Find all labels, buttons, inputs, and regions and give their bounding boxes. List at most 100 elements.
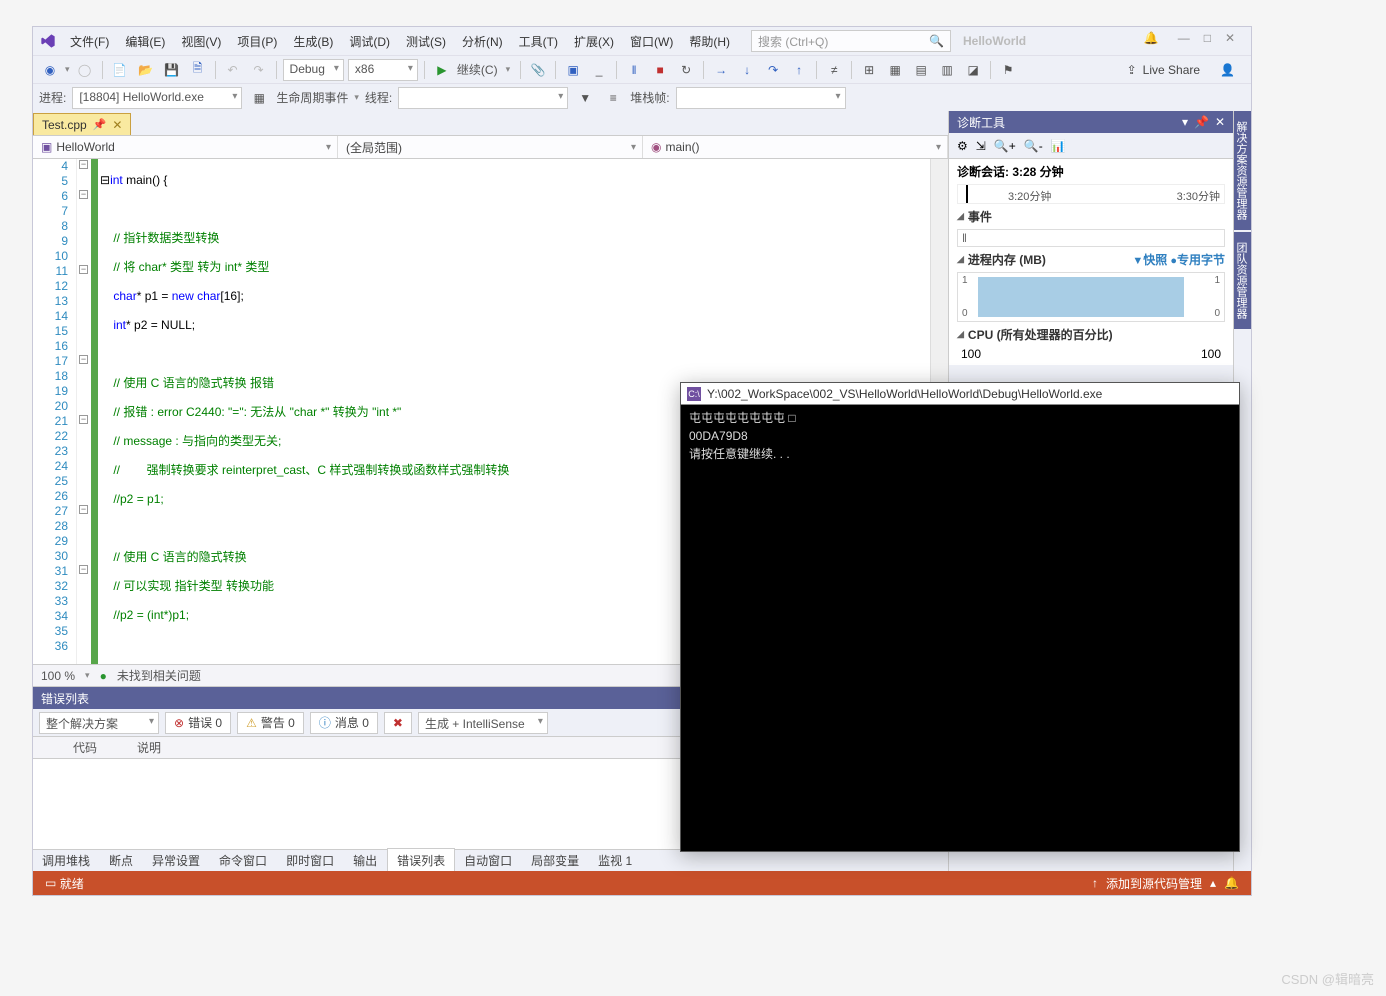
nav-forward-icon[interactable]: ◯ <box>74 59 96 81</box>
close-tab-icon[interactable]: ✕ <box>112 118 122 132</box>
close-icon[interactable]: ✕ <box>1225 31 1235 51</box>
thread-marker-icon[interactable]: ▼ <box>574 87 596 109</box>
tool-icon-1[interactable]: ▣ <box>562 59 584 81</box>
pin-icon[interactable]: 📌 <box>1194 115 1209 129</box>
stackframe-combo[interactable] <box>676 87 846 109</box>
pause-icon[interactable]: ‖ <box>623 59 645 81</box>
close-icon[interactable]: ✕ <box>1215 115 1225 129</box>
stop-icon[interactable]: ■ <box>649 59 671 81</box>
zoomout-icon[interactable]: 🔍- <box>1024 139 1043 153</box>
col-code[interactable]: 代码 <box>73 739 97 756</box>
tb-misc-3[interactable]: ▦ <box>884 59 906 81</box>
show-next-icon[interactable]: → <box>710 59 732 81</box>
errors-pill[interactable]: ⊗错误 0 <box>165 712 231 734</box>
document-tab[interactable]: Test.cpp📌✕ <box>33 113 131 135</box>
fold-box-icon[interactable]: − <box>79 160 88 169</box>
clear-pill[interactable]: ✖ <box>384 712 412 734</box>
scm-button[interactable]: 添加到源代码管理 <box>1106 875 1202 892</box>
console-titlebar[interactable]: C:\ Y:\002_WorkSpace\002_VS\HelloWorld\H… <box>681 383 1239 405</box>
menu-file[interactable]: 文件(F) <box>63 29 116 54</box>
build-combo[interactable]: 生成 + IntelliSense <box>418 712 548 734</box>
undo-icon[interactable]: ↶ <box>222 59 244 81</box>
thread-tool-icon[interactable]: ≡ <box>602 87 624 109</box>
config-combo[interactable]: Debug <box>283 59 344 81</box>
tab-immediate[interactable]: 即时窗口 <box>277 849 344 872</box>
zoom-level[interactable]: 100 % <box>41 669 75 683</box>
menu-help[interactable]: 帮助(H) <box>682 29 737 54</box>
dropdown-icon[interactable]: ▾ <box>1182 115 1188 129</box>
scope-combo[interactable]: ▣HelloWorld <box>33 136 338 158</box>
diag-header[interactable]: 诊断工具 ▾📌✕ <box>949 111 1233 133</box>
tab-autos[interactable]: 自动窗口 <box>455 849 522 872</box>
account-icon[interactable]: 👤 <box>1220 63 1235 77</box>
tab-locals[interactable]: 局部变量 <box>522 849 589 872</box>
menu-ext[interactable]: 扩展(X) <box>567 29 621 54</box>
export-icon[interactable]: ⇲ <box>976 139 986 153</box>
fold-box-icon[interactable]: − <box>79 415 88 424</box>
new-icon[interactable]: 📄 <box>109 59 131 81</box>
save-icon[interactable]: 💾 <box>161 59 183 81</box>
step-out-icon[interactable]: ↑ <box>788 59 810 81</box>
col-desc[interactable]: 说明 <box>137 739 161 756</box>
memory-chart[interactable]: 1 0 1 0 <box>957 272 1225 322</box>
step-into-icon[interactable]: ↓ <box>736 59 758 81</box>
restart-icon[interactable]: ↻ <box>675 59 697 81</box>
menu-project[interactable]: 项目(P) <box>230 29 284 54</box>
menu-debug[interactable]: 调试(D) <box>342 29 397 54</box>
tab-output[interactable]: 输出 <box>344 849 387 872</box>
redo-icon[interactable]: ↷ <box>248 59 270 81</box>
menu-test[interactable]: 测试(S) <box>399 29 453 54</box>
menu-analyze[interactable]: 分析(N) <box>455 29 510 54</box>
console-window[interactable]: C:\ Y:\002_WorkSpace\002_VS\HelloWorld\H… <box>680 382 1240 852</box>
tb-misc-1[interactable]: ≠ <box>823 59 845 81</box>
maximize-icon[interactable]: □ <box>1204 31 1211 51</box>
tab-breakpoints[interactable]: 断点 <box>100 849 143 872</box>
tab-watch[interactable]: 监视 1 <box>589 849 642 872</box>
tab-callstack[interactable]: 调用堆栈 <box>33 849 100 872</box>
scope2-combo[interactable]: (全局范围) <box>338 136 643 158</box>
platform-combo[interactable]: x86 <box>348 59 418 81</box>
menu-edit[interactable]: 编辑(E) <box>118 29 172 54</box>
tb-misc-6[interactable]: ◪ <box>962 59 984 81</box>
messages-pill[interactable]: ⓘ消息 0 <box>310 712 378 734</box>
timeline[interactable]: 3:20分钟 3:30分钟 <box>957 184 1225 204</box>
collapse-icon[interactable]: ◢ <box>957 254 964 265</box>
chevron-icon[interactable]: ▴ <box>1210 876 1216 890</box>
menu-build[interactable]: 生成(B) <box>286 29 340 54</box>
open-icon[interactable]: 📂 <box>135 59 157 81</box>
tb-misc-5[interactable]: ▥ <box>936 59 958 81</box>
menu-view[interactable]: 视图(V) <box>174 29 228 54</box>
minimize-icon[interactable]: — <box>1178 31 1190 51</box>
collapse-icon[interactable]: ◢ <box>957 329 964 340</box>
fold-box-icon[interactable]: − <box>79 190 88 199</box>
menu-tools[interactable]: 工具(T) <box>512 29 565 54</box>
step-over-icon[interactable]: ↷ <box>762 59 784 81</box>
attach-icon[interactable]: 📎 <box>527 59 549 81</box>
tool-icon-2[interactable]: _ <box>588 59 610 81</box>
saveall-icon[interactable]: 🗎 <box>187 59 209 81</box>
continue-button[interactable]: 继续(C) <box>457 61 498 78</box>
tab-errorlist[interactable]: 错误列表 <box>387 848 455 873</box>
fold-box-icon[interactable]: − <box>79 565 88 574</box>
func-combo[interactable]: ◉main() <box>643 136 948 158</box>
liveshare-button[interactable]: Live Share <box>1143 63 1200 77</box>
gear-icon[interactable]: ⚙ <box>957 139 968 153</box>
tab-cmd[interactable]: 命令窗口 <box>210 849 277 872</box>
lifecycle-icon[interactable]: ▦ <box>248 87 270 109</box>
sidetab-team[interactable]: 团队资源管理器 <box>1234 232 1251 329</box>
notifications-icon[interactable]: 🔔 <box>1144 31 1164 51</box>
tb-misc-2[interactable]: ⊞ <box>858 59 880 81</box>
zoomin-icon[interactable]: 🔍+ <box>994 139 1016 153</box>
nav-back-icon[interactable]: ◉ <box>39 59 61 81</box>
fold-box-icon[interactable]: − <box>79 265 88 274</box>
liveshare-icon[interactable]: ⇪ <box>1127 63 1137 77</box>
warnings-pill[interactable]: ⚠警告 0 <box>237 712 304 734</box>
notif-icon[interactable]: 🔔 <box>1224 876 1239 890</box>
sidetab-solution[interactable]: 解决方案资源管理器 <box>1234 111 1251 230</box>
fold-box-icon[interactable]: − <box>79 505 88 514</box>
tb-misc-7[interactable]: ⚑ <box>997 59 1019 81</box>
tb-misc-4[interactable]: ▤ <box>910 59 932 81</box>
menu-window[interactable]: 窗口(W) <box>623 29 680 54</box>
thread-combo[interactable] <box>398 87 568 109</box>
publish-icon[interactable]: ↑ <box>1092 876 1098 890</box>
